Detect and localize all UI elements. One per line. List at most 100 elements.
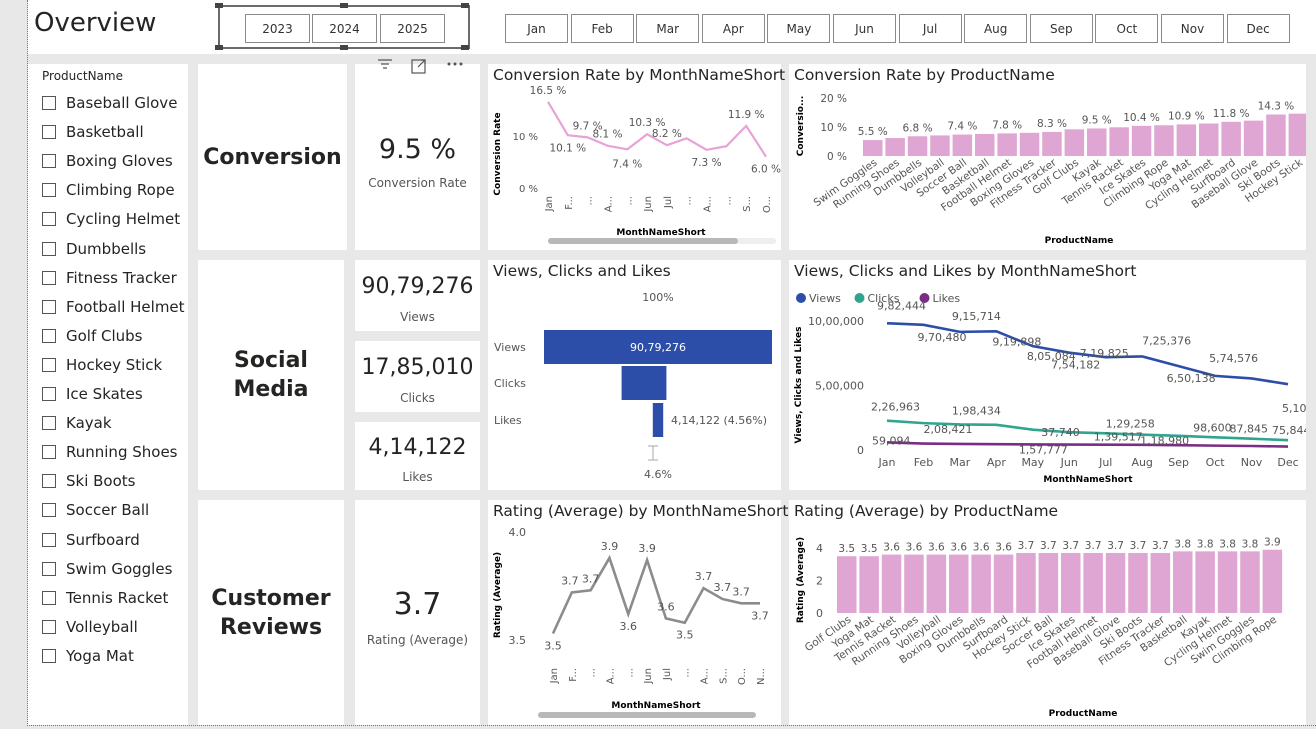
chart-vcl-by-month[interactable]: Views, Clicks and Likes by MonthNameShor… [789,260,1306,490]
checkbox-icon[interactable] [42,619,56,634]
kpi-card-clicks[interactable]: 17,85,010 Clicks [355,341,480,412]
data-label: 9,70,480 [917,331,966,344]
y-tick-label: 4 [816,542,823,555]
product-slicer-item[interactable]: Basketball [42,121,144,143]
resize-handle[interactable] [461,3,469,8]
data-label: 3.6 [995,542,1012,554]
more-options-icon[interactable] [446,56,464,74]
product-slicer-item[interactable]: Climbing Rope [42,179,175,201]
data-label: 7,25,376 [1142,334,1191,347]
product-slicer-item[interactable]: Yoga Mat [42,645,134,667]
product-slicer-item[interactable]: Swim Goggles [42,558,172,580]
kpi-label: Rating (Average) [366,633,469,647]
product-slicer-item[interactable]: Surfboard [42,529,140,551]
chart-rating-by-product[interactable]: Rating (Average) by ProductName Rating (… [789,500,1306,725]
product-slicer-item[interactable]: Football Helmet [42,296,185,318]
month-option[interactable]: Dec [1226,14,1290,43]
chart-conversion-by-product[interactable]: Conversion Rate by ProductName Conversio… [789,64,1306,250]
product-slicer-item[interactable]: Baseball Glove [42,92,177,114]
month-option[interactable]: Nov [1161,14,1224,43]
checkbox-icon[interactable] [42,96,56,110]
chart-conversion-by-month[interactable]: Conversion Rate by MonthNameShort Conver… [488,64,785,250]
bar [863,140,883,156]
checkbox-icon[interactable] [42,357,56,372]
checkbox-icon[interactable] [42,416,56,431]
checkbox-icon[interactable] [42,328,56,343]
product-slicer-item[interactable]: Golf Clubs [42,325,143,347]
month-option[interactable]: Jul [898,14,962,43]
kpi-card-views[interactable]: 90,79,276 Views [355,260,480,331]
resize-handle[interactable] [215,3,223,8]
series-line [886,441,1289,448]
checkbox-icon[interactable] [42,561,56,576]
bar [1240,551,1260,613]
month-option[interactable]: Mar [636,14,700,43]
month-option[interactable]: Apr [701,14,765,43]
product-slicer-item[interactable]: Ice Skates [42,383,143,405]
product-slicer-item[interactable]: Boxing Gloves [42,150,173,172]
product-slicer-item[interactable]: Hockey Stick [42,354,162,376]
product-slicer-item[interactable]: Tennis Racket [42,587,168,609]
month-option[interactable]: Aug [964,14,1028,43]
product-slicer-item[interactable]: Cycling Helmet [42,208,180,230]
month-option[interactable]: Sep [1029,14,1093,43]
checkbox-icon[interactable] [42,212,56,227]
checkbox-icon[interactable] [42,387,56,401]
kpi-card-conversion[interactable]: 9.5 % Conversion Rate [355,64,480,250]
checkbox-icon[interactable] [42,590,56,605]
data-label: 3.7 [732,585,750,598]
data-label: 7,54,182 [1051,359,1100,372]
month-option[interactable]: Feb [570,14,634,43]
year-option[interactable]: 2024 [312,14,377,43]
section-customer-reviews: Customer Reviews [198,500,344,725]
resize-handle[interactable] [215,45,223,50]
x-tick-label: Jul [662,668,673,681]
checkbox-icon[interactable] [42,474,56,489]
checkbox-icon[interactable] [42,299,56,314]
checkbox-icon[interactable] [42,648,56,663]
resize-handle[interactable] [340,3,348,8]
chart-rating-by-month[interactable]: Rating (Average) by MonthNameShort Ratin… [488,500,788,725]
resize-handle[interactable] [461,45,469,50]
x-tick-label: A... [703,196,714,212]
checkbox-icon[interactable] [42,270,56,285]
year-option[interactable]: 2023 [245,14,310,43]
month-option[interactable]: Jun [833,14,896,43]
month-option[interactable]: Jan [505,14,568,43]
bar [1087,128,1107,156]
bar [1042,131,1062,156]
y-axis-label: Rating (Average) [796,537,806,623]
product-label: Dumbbells [66,239,147,258]
resize-handle[interactable] [340,45,348,50]
month-option[interactable]: May [767,14,831,43]
product-slicer-item[interactable]: Kayak [42,412,112,434]
checkbox-icon[interactable] [42,445,56,460]
section-conversion: Conversion [198,64,347,250]
product-slicer-item[interactable]: Ski Boots [42,470,136,492]
product-slicer-item[interactable]: Volleyball [42,616,138,638]
bar [1262,549,1283,613]
product-slicer-item[interactable]: Dumbbells [42,238,146,260]
checkbox-icon[interactable] [42,503,56,518]
checkbox-icon[interactable] [42,183,56,198]
data-label: 5.5 % [858,126,888,138]
chart-funnel[interactable]: Views, Clicks and Likes 100% Views Clicks L… [488,260,781,490]
checkbox-icon[interactable] [42,241,56,256]
x-tick-label: Jul [663,196,674,209]
legend-label: Views [809,292,841,305]
y-tick-label: 0 % [827,151,847,163]
product-slicer-item[interactable]: Fitness Tracker [42,267,177,289]
focus-mode-icon[interactable] [410,57,428,79]
kpi-card-likes[interactable]: 4,14,122 Likes [355,422,480,490]
year-option[interactable]: 2025 [380,14,445,43]
month-option[interactable]: Oct [1095,14,1159,43]
checkbox-icon[interactable] [42,532,56,547]
kpi-value: 90,79,276 [361,274,474,299]
product-slicer-item[interactable]: Soccer Ball [42,499,149,521]
product-slicer-item[interactable]: Running Shoes [42,441,177,463]
checkbox-icon[interactable] [42,154,56,169]
kpi-card-rating[interactable]: 3.7 Rating (Average) [355,500,480,725]
kpi-label: Views [400,310,435,324]
filter-icon[interactable] [376,56,394,76]
checkbox-icon[interactable] [42,125,56,140]
